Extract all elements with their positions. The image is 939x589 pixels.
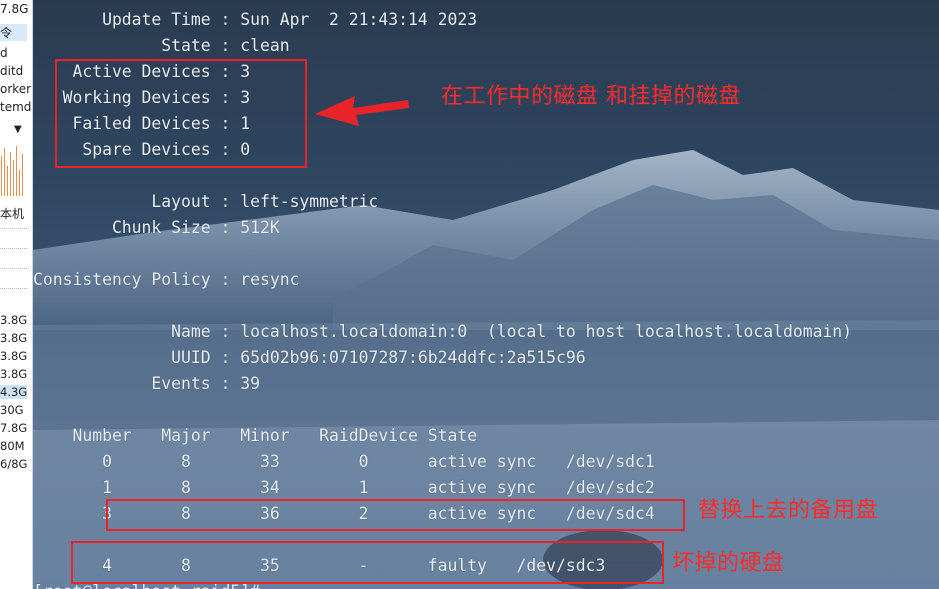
sidebar-text-2[interactable]: d [0,46,8,60]
size-item[interactable]: 3.8G [0,367,27,381]
arrow-left-icon [315,96,409,126]
terminal-line: Layout : left-symmetric [33,192,379,211]
size-item[interactable]: 30G [0,403,24,417]
size-item[interactable]: 6/8G [0,457,27,471]
size-item[interactable]: 80M [0,439,25,453]
usage-bars [0,142,27,196]
spare-note: 替换上去的备用盘 [698,498,879,523]
devices-highlight-box [55,59,307,168]
sidebar-text-1[interactable]: 令 [0,24,27,41]
sidebar-text-5[interactable]: temd [0,100,31,114]
faulty-note: 坏掉的硬盘 [672,551,785,576]
size-item[interactable]: 3.8G [0,349,27,363]
size-item[interactable]: 3.8G [0,313,27,327]
machine-label[interactable]: 本机 [0,205,24,222]
sidebar-text-3[interactable]: ditd [0,64,23,78]
terminal-line: Events : 39 [33,374,260,393]
terminal-line: UUID : 65d02b96:07107287:6b24ddfc:2a515c… [33,348,586,367]
size-item[interactable]: 3.8G [0,331,27,345]
sidebar-panel: 7.8G 令 d ditd orker temd ▼ 本机 3.8G 3.8G … [0,0,33,589]
size-item-selected[interactable]: 4.3G [0,385,27,399]
terminal-line: Name : localhost.localdomain:0 (local to… [33,322,853,341]
table-row: 0 8 33 0 active sync /dev/sdc1 [33,452,655,471]
size-item[interactable]: 7.8G [0,421,27,435]
terminal-line: Consistency Policy : resync [33,270,300,289]
faulty-highlight-box [71,541,664,584]
terminal-line: State : clean [33,36,290,55]
sidebar-text-0: 7.8G [0,2,29,16]
terminal-line: Update Time : Sun Apr 2 21:43:14 2023 [33,10,478,29]
table-header: Number Major Minor RaidDevice State [33,426,478,445]
terminal-line: Chunk Size : 512K [33,218,280,237]
terminal-window[interactable]: Update Time : Sun Apr 2 21:43:14 2023 St… [33,0,939,589]
table-row: 1 8 34 1 active sync /dev/sdc2 [33,478,655,497]
sidebar-text-4[interactable]: orker [0,82,31,96]
spare-highlight-box [106,499,685,531]
devices-note: 在工作中的磁盘 和挂掉的磁盘 [441,84,741,109]
chevron-down-icon[interactable]: ▼ [14,124,22,135]
